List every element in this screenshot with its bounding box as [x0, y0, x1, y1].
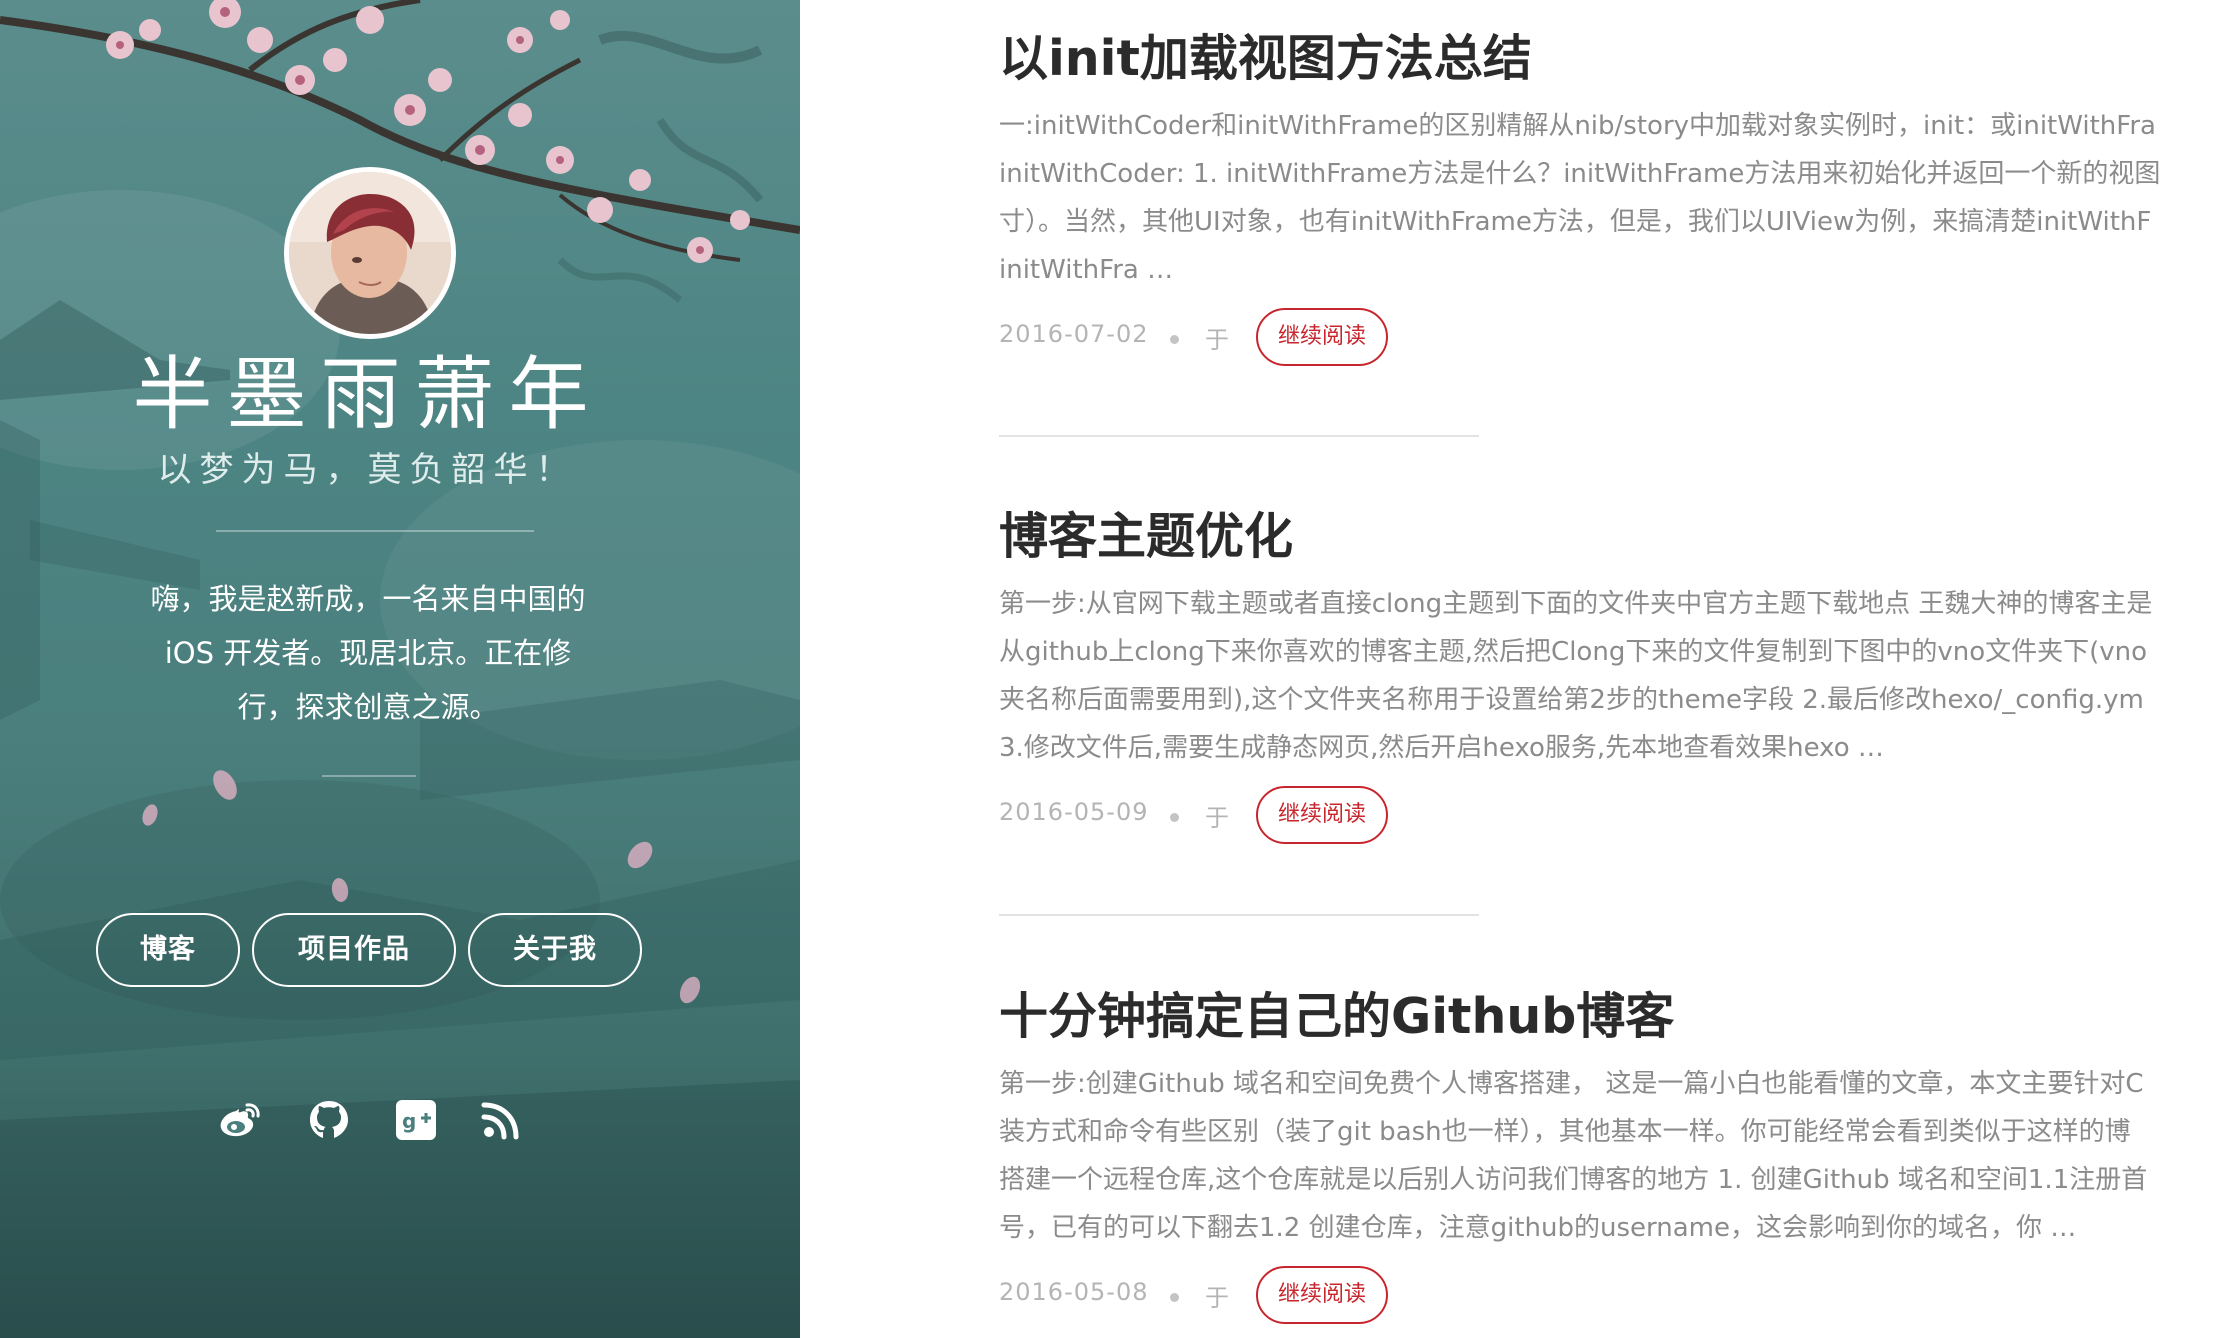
site-subtitle: 以梦为马，莫负韶华！	[157, 450, 578, 490]
nav-button-blog[interactable]: 博客	[96, 913, 240, 987]
excerpt-line: 一:initWithCoder和initWithFrame的区别精解从nib/s…	[999, 111, 2156, 141]
weibo-icon[interactable]	[217, 1097, 263, 1143]
avatar[interactable]	[284, 167, 456, 339]
rss-icon[interactable]	[478, 1097, 524, 1143]
avatar-portrait-image	[289, 172, 451, 334]
post-excerpt: 第一步:创建Github 域名和空间免费个人博客搭建， 这是一篇小白也能看懂的文…	[999, 1060, 2224, 1252]
post-date: 2016-05-09	[999, 798, 1149, 826]
read-more-button[interactable]: 继续阅读	[1256, 1266, 1388, 1324]
post-title[interactable]: 十分钟搞定自己的Github博客	[999, 982, 2224, 1052]
sidebar-divider-short	[322, 775, 416, 777]
post-item: 十分钟搞定自己的Github博客 第一步:创建Github 域名和空间免费个人博…	[999, 982, 2224, 1326]
read-more-button[interactable]: 继续阅读	[1256, 786, 1388, 844]
post-title[interactable]: 博客主题优化	[999, 502, 2224, 572]
bio-line: 嗨，我是赵新成，一名来自中国的	[150, 582, 586, 616]
excerpt-line: 第一步:从官网下载主题或者直接clong主题到下面的文件夹中官方主题下载地点 王…	[999, 589, 2153, 619]
bio-line: 行，探求创意之源。	[237, 690, 499, 724]
post-separator	[999, 435, 1479, 437]
google-plus-icon[interactable]: g	[393, 1097, 439, 1143]
meta-dot-separator	[1170, 335, 1179, 344]
post-title[interactable]: 以init加载视图方法总结	[999, 24, 2224, 94]
author-bio: 嗨，我是赵新成，一名来自中国的 iOS 开发者。现居北京。正在修 行，探求创意之…	[118, 572, 618, 734]
bio-line: iOS 开发者。现居北京。正在修	[164, 636, 572, 670]
post-list: 以init加载视图方法总结 一:initWithCoder和initWithFr…	[800, 0, 2224, 1338]
excerpt-line: initWithFra …	[999, 255, 1174, 285]
nav-button-projects[interactable]: 项目作品	[252, 913, 456, 987]
excerpt-line: 从github上clong下来你喜欢的博客主题,然后把Clong下来的文件复制到…	[999, 637, 2148, 667]
meta-dot-separator	[1170, 1293, 1179, 1302]
post-separator	[999, 914, 1479, 916]
github-icon[interactable]	[306, 1097, 352, 1143]
meta-dot-separator	[1170, 813, 1179, 822]
excerpt-line: 号，已有的可以下翻去1.2 创建仓库，注意github的username，这会影…	[999, 1213, 2077, 1243]
excerpt-line: 寸）。当然，其他UI对象，也有initWithFrame方法，但是，我们以UIV…	[999, 207, 2152, 237]
post-category-prefix: 于	[1205, 804, 1229, 832]
post-category-prefix: 于	[1205, 1284, 1229, 1312]
excerpt-line: 第一步:创建Github 域名和空间免费个人博客搭建， 这是一篇小白也能看懂的文…	[999, 1069, 2144, 1099]
post-date: 2016-05-08	[999, 1278, 1149, 1306]
site-title: 半墨雨萧年	[132, 348, 603, 441]
excerpt-line: 3.修改文件后,需要生成静态网页,然后开启hexo服务,先本地查看效果hexo …	[999, 733, 1884, 763]
nav-button-about[interactable]: 关于我	[468, 913, 642, 987]
svg-text:g: g	[402, 1109, 416, 1133]
post-excerpt: 第一步:从官网下载主题或者直接clong主题到下面的文件夹中官方主题下载地点 王…	[999, 580, 2224, 772]
post-date: 2016-07-02	[999, 320, 1149, 348]
post-meta: 2016-05-09 于 继续阅读	[999, 786, 2224, 846]
post-meta: 2016-07-02 于 继续阅读	[999, 308, 2224, 368]
excerpt-line: 夹名称后面需要用到),这个文件夹名称用于设置给第2步的theme字段 2.最后修…	[999, 685, 2144, 715]
read-more-button[interactable]: 继续阅读	[1256, 308, 1388, 366]
post-category-prefix: 于	[1205, 326, 1229, 354]
post-item: 以init加载视图方法总结 一:initWithCoder和initWithFr…	[999, 24, 2224, 368]
post-excerpt: 一:initWithCoder和initWithFrame的区别精解从nib/s…	[999, 102, 2224, 294]
excerpt-line: 搭建一个远程仓库,这个仓库就是以后别人访问我们博客的地方 1. 创建Github…	[999, 1165, 2148, 1195]
post-meta: 2016-05-08 于 继续阅读	[999, 1266, 2224, 1326]
excerpt-line: initWithCoder: 1. initWithFrame方法是什么？ini…	[999, 159, 2161, 189]
post-item: 博客主题优化 第一步:从官网下载主题或者直接clong主题到下面的文件夹中官方主…	[999, 502, 2224, 846]
excerpt-line: 装方式和命令有些区别（装了git bash也一样），其他基本一样。你可能经常会看…	[999, 1117, 2131, 1147]
sidebar-divider	[216, 530, 534, 532]
sidebar: 半墨雨萧年 以梦为马，莫负韶华！ 嗨，我是赵新成，一名来自中国的 iOS 开发者…	[0, 0, 800, 1338]
